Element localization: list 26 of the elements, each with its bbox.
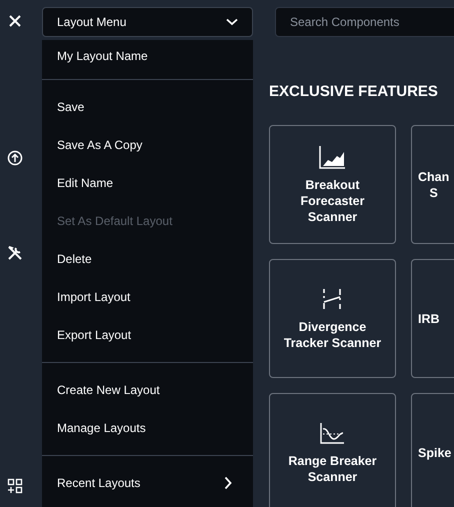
feature-card[interactable]: Chan S [411, 125, 454, 244]
menu-item[interactable]: Export Layout [42, 316, 253, 354]
menu-item[interactable]: Save As A Copy [42, 126, 253, 164]
layout-dropdown[interactable]: Layout Menu [42, 7, 253, 37]
section-heading: EXCLUSIVE FEATURES [269, 83, 439, 102]
wave-chart-icon [319, 420, 346, 444]
menu-item[interactable]: Import Layout [42, 278, 253, 316]
upload-circle-icon[interactable] [7, 150, 23, 166]
menu-item[interactable]: Delete [42, 240, 253, 278]
feature-card[interactable]: Divergence Tracker Scanner [269, 259, 396, 378]
tools-icon[interactable] [7, 245, 23, 261]
menu-item[interactable]: Edit Name [42, 164, 253, 202]
feature-card[interactable]: Spike [411, 393, 454, 507]
search-field[interactable]: Search Components [275, 7, 454, 37]
feature-card[interactable]: Breakout Forecaster Scanner [269, 125, 396, 244]
area-chart-icon [319, 144, 346, 168]
menu-item[interactable]: Recent Layouts [42, 464, 253, 502]
feature-card[interactable]: IRB [411, 259, 454, 378]
close-icon[interactable] [7, 13, 23, 29]
menu-item[interactable]: My Layout Name [42, 40, 253, 72]
feature-card[interactable]: Range Breaker Scanner [269, 393, 396, 507]
grid-add-icon[interactable] [7, 478, 23, 494]
menu-item[interactable]: Manage Layouts [42, 409, 253, 447]
menu-item[interactable]: Create New Layout [42, 371, 253, 409]
menu-item[interactable]: Save [42, 88, 253, 126]
chevron-down-icon [226, 18, 238, 26]
